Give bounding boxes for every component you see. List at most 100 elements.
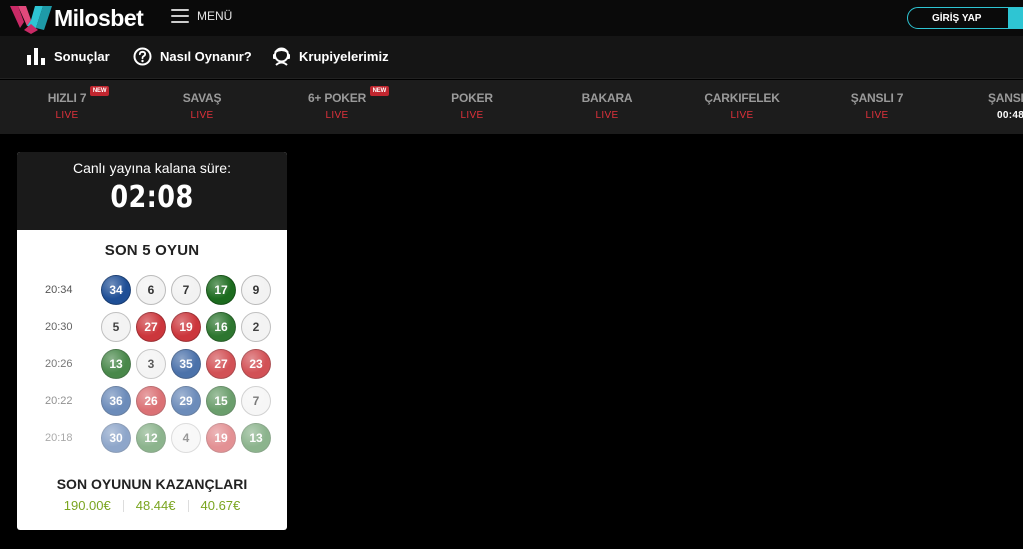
game-tab-savas[interactable]: SAVAŞ LIVE bbox=[142, 89, 262, 121]
game-row: 20:18 30 12 4 19 13 bbox=[17, 419, 287, 456]
ball-white: 4 bbox=[171, 422, 201, 453]
game-name: SAVAŞ bbox=[182, 91, 222, 105]
last-games-title: SON 5 OYUN bbox=[104, 242, 200, 259]
row-time: 20:30 bbox=[45, 320, 73, 333]
game-row: 20:22 36 26 29 15 7 bbox=[17, 382, 287, 419]
ball-white: 5 bbox=[101, 311, 131, 342]
subnav-dealers[interactable]: Krupiyelerimiz bbox=[272, 47, 389, 66]
game-tab-hizli-7[interactable]: HIZLI 7 NEW LIVE bbox=[7, 86, 127, 121]
game-name-wrap: 6+ POKER NEW bbox=[307, 86, 390, 105]
ball-red: 27 bbox=[136, 311, 166, 342]
ball-blue: 34 bbox=[101, 274, 131, 305]
ball-green: 15 bbox=[206, 385, 236, 416]
bar-chart-icon bbox=[27, 48, 45, 65]
ball-set: 30 12 4 19 13 bbox=[101, 422, 271, 453]
divider bbox=[122, 499, 124, 512]
ball-set: 5 27 19 16 2 bbox=[101, 311, 271, 342]
question-circle-icon bbox=[133, 47, 152, 66]
subnav-label: Sonuçlar bbox=[54, 48, 110, 64]
game-tab-bakara[interactable]: BAKARA LIVE bbox=[547, 89, 667, 121]
game-tabs: HIZLI 7 NEW LIVE SAVAŞ LIVE 6+ POKER NEW… bbox=[0, 80, 1023, 134]
menu-button[interactable]: MENÜ bbox=[171, 9, 232, 23]
logo-mark-icon bbox=[10, 2, 52, 34]
new-badge: NEW bbox=[369, 86, 390, 96]
live-status: LIVE bbox=[595, 110, 619, 121]
ball-green: 13 bbox=[101, 348, 131, 379]
subnav-label: Krupiyelerimiz bbox=[299, 49, 389, 64]
countdown-panel: Canlı yayına kalana süre: 02:08 bbox=[17, 152, 287, 230]
ball-green: 16 bbox=[206, 311, 236, 342]
winning-amount: 40.67€ bbox=[200, 498, 241, 513]
ball-white: 2 bbox=[241, 311, 271, 342]
ball-blue: 35 bbox=[171, 348, 201, 379]
countdown-value: 02:08 bbox=[110, 180, 194, 215]
game-timer: 00:48 bbox=[997, 110, 1023, 121]
winnings-list: 190.00€ 48.44€ 40.67€ bbox=[17, 498, 287, 513]
divider bbox=[187, 499, 189, 512]
game-name: ŞANSLI bbox=[988, 91, 1023, 105]
ball-set: 34 6 7 17 9 bbox=[101, 274, 271, 305]
last-games-list: 20:34 34 6 7 17 9 20:30 5 27 19 16 2 20:26 13 3 35 27 23 2… bbox=[17, 271, 287, 456]
ball-green: 12 bbox=[136, 422, 166, 453]
game-name: POKER bbox=[451, 91, 493, 105]
ball-white: 6 bbox=[136, 274, 166, 305]
ball-blue: 30 bbox=[101, 422, 131, 453]
sub-navigation: Sonuçlar Nasıl Oynanır? Krupiyelerimiz bbox=[0, 36, 1023, 79]
live-status: LIVE bbox=[190, 110, 214, 121]
ball-green: 13 bbox=[241, 422, 271, 453]
ball-set: 13 3 35 27 23 bbox=[101, 348, 271, 379]
new-badge: NEW bbox=[89, 86, 110, 96]
countdown-label: Canlı yayına kalana süre: bbox=[73, 160, 231, 176]
ball-blue: 29 bbox=[171, 385, 201, 416]
game-name-wrap: HIZLI 7 NEW bbox=[47, 86, 110, 105]
row-time: 20:22 bbox=[45, 394, 73, 407]
ball-red: 23 bbox=[241, 348, 271, 379]
brand-name: Milosbet bbox=[54, 4, 144, 31]
hamburger-icon bbox=[171, 9, 189, 23]
game-name: HIZLI 7 bbox=[47, 91, 87, 105]
logo[interactable]: Milosbet bbox=[10, 2, 144, 34]
subnav-label: Nasıl Oynanır? bbox=[160, 49, 252, 64]
game-name: ÇARKIFELEK bbox=[704, 91, 780, 105]
winning-amount: 190.00€ bbox=[63, 498, 111, 513]
ball-green: 17 bbox=[206, 274, 236, 305]
game-tab-poker[interactable]: POKER LIVE bbox=[412, 89, 532, 121]
game-tab-carkifelek[interactable]: ÇARKIFELEK LIVE bbox=[682, 89, 802, 121]
menu-label: MENÜ bbox=[197, 9, 233, 23]
live-status: LIVE bbox=[460, 110, 484, 121]
game-row: 20:30 5 27 19 16 2 bbox=[17, 308, 287, 345]
login-accent bbox=[1008, 7, 1023, 29]
subnav-how-to-play[interactable]: Nasıl Oynanır? bbox=[133, 47, 252, 66]
ball-red: 19 bbox=[206, 422, 236, 453]
ball-set: 36 26 29 15 7 bbox=[101, 385, 271, 416]
ball-white: 7 bbox=[241, 385, 271, 416]
row-time: 20:18 bbox=[45, 431, 73, 444]
winnings-title: SON OYUNUN KAZANÇLARI bbox=[56, 476, 248, 492]
subnav-results[interactable]: Sonuçlar bbox=[26, 47, 110, 65]
ball-white: 7 bbox=[171, 274, 201, 305]
game-tab-6-poker[interactable]: 6+ POKER NEW LIVE bbox=[277, 86, 397, 121]
winning-amount: 48.44€ bbox=[135, 498, 176, 513]
row-time: 20:26 bbox=[45, 357, 73, 370]
ball-blue: 36 bbox=[101, 385, 131, 416]
ball-red: 27 bbox=[206, 348, 236, 379]
dealer-icon bbox=[273, 47, 290, 66]
game-row: 20:26 13 3 35 27 23 bbox=[17, 345, 287, 382]
login-button[interactable]: GİRİŞ YAP bbox=[907, 7, 1011, 29]
ball-red: 19 bbox=[171, 311, 201, 342]
game-name: BAKARA bbox=[581, 91, 633, 105]
game-row: 20:34 34 6 7 17 9 bbox=[17, 271, 287, 308]
live-status: LIVE bbox=[325, 110, 349, 121]
live-status: LIVE bbox=[55, 110, 79, 121]
ball-white: 9 bbox=[241, 274, 271, 305]
row-time: 20:34 bbox=[45, 283, 73, 296]
game-tab-sansli-7[interactable]: ŞANSLI 7 LIVE bbox=[817, 89, 937, 121]
ball-white: 3 bbox=[136, 348, 166, 379]
live-status: LIVE bbox=[865, 110, 889, 121]
top-bar: Milosbet MENÜ GİRİŞ YAP bbox=[0, 0, 1023, 36]
results-card: Canlı yayına kalana süre: 02:08 SON 5 OY… bbox=[17, 152, 287, 530]
game-tab-sansli[interactable]: ŞANSLI 00:48 bbox=[988, 89, 1023, 121]
game-name: ŞANSLI 7 bbox=[850, 91, 904, 105]
game-name: 6+ POKER bbox=[307, 91, 367, 105]
ball-red: 26 bbox=[136, 385, 166, 416]
